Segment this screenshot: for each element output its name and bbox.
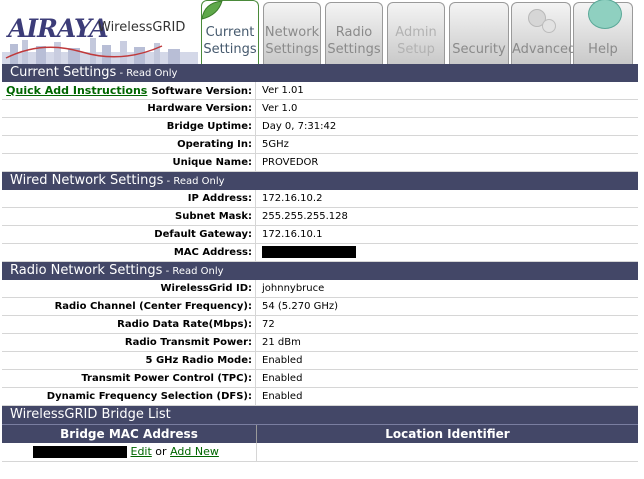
location-cell: [257, 443, 638, 461]
table-row: WirelessGrid ID: johnnybruce: [2, 280, 638, 298]
row-label: Dynamic Frequency Selection (DFS):: [2, 388, 256, 405]
current-settings-header: Current Settings - Read Only: [2, 64, 638, 82]
tab-label-line2: Security: [452, 42, 506, 57]
table-row: Radio Channel (Center Frequency): 54 (5.…: [2, 298, 638, 316]
tab-advanced[interactable]: Advanced: [511, 2, 576, 64]
row-label: Operating In:: [2, 136, 256, 153]
row-label: IP Address:: [2, 190, 256, 207]
wired-network-settings-header: Wired Network Settings - Read Only: [2, 172, 638, 190]
read-only-suffix: - Read Only: [116, 68, 178, 79]
row-value: 172.16.10.1: [262, 229, 323, 240]
row-label: Radio Data Rate(Mbps):: [2, 316, 256, 333]
row-value: Enabled: [262, 391, 303, 402]
tab-label-line1: Network: [264, 25, 320, 40]
table-row: Operating In: 5GHz: [2, 136, 638, 154]
row-value: Enabled: [262, 373, 303, 384]
tab-label-line2: Settings: [203, 42, 257, 57]
tab-radio-settings[interactable]: Radio Settings: [325, 2, 383, 64]
tab-label-line1: Current: [205, 25, 255, 40]
redacted-bridge-mac: [33, 446, 127, 458]
tab-label-line1: Radio: [335, 25, 373, 40]
row-label: Radio Transmit Power:: [2, 334, 256, 351]
row-label: Unique Name:: [2, 154, 256, 171]
table-row: Radio Transmit Power: 21 dBm: [2, 334, 638, 352]
product-name: WirelessGRID: [98, 20, 186, 35]
row-value: Enabled: [262, 355, 303, 366]
section-title: Current Settings: [10, 65, 117, 80]
row-value: 21 dBm: [262, 337, 301, 348]
tab-security[interactable]: Security: [449, 2, 509, 64]
edit-link[interactable]: Edit: [131, 445, 152, 458]
tab-label-line1: Admin: [395, 25, 437, 40]
tab-label-line2: Help: [588, 42, 618, 57]
table-row: IP Address: 172.16.10.2: [2, 190, 638, 208]
row-label: WirelessGrid ID:: [2, 280, 256, 297]
row-label: Hardware Version:: [2, 100, 256, 117]
table-row: Bridge Uptime: Day 0, 7:31:42: [2, 118, 638, 136]
tab-admin-setup[interactable]: Admin Setup: [387, 2, 445, 64]
radio-network-settings-header: Radio Network Settings - Read Only: [2, 262, 638, 280]
read-only-suffix: - Read Only: [163, 176, 225, 187]
row-value: 72: [262, 319, 275, 330]
tab-label-line2: Settings: [265, 42, 319, 57]
column-header-bridge-mac: Bridge MAC Address: [2, 425, 257, 443]
tab-current-settings[interactable]: Current Settings: [201, 0, 259, 64]
row-value: johnnybruce: [262, 283, 325, 294]
row-value: 172.16.10.2: [262, 193, 323, 204]
section-title: Radio Network Settings: [10, 263, 163, 278]
airaya-logo: AIRAYA WirelessGRID: [2, 2, 198, 64]
row-value: Day 0, 7:31:42: [262, 121, 337, 132]
row-label: Radio Channel (Center Frequency):: [2, 298, 256, 315]
table-row: Quick Add Instructions Software Version: …: [2, 82, 638, 100]
row-label: Subnet Mask:: [2, 208, 256, 225]
section-title: WirelessGRID Bridge List: [10, 407, 171, 422]
column-header-location: Location Identifier: [385, 427, 510, 441]
leaf-icon: [201, 0, 223, 20]
skyline-graphic: [2, 38, 198, 64]
settings-content: Current Settings - Read Only Quick Add I…: [2, 64, 638, 462]
read-only-suffix: - Read Only: [162, 266, 224, 277]
row-label: MAC Address:: [2, 244, 256, 261]
row-value: Ver 1.01: [262, 85, 304, 96]
table-row: Radio Data Rate(Mbps): 72: [2, 316, 638, 334]
quick-add-instructions-link[interactable]: Quick Add Instructions: [6, 84, 147, 97]
table-row: Transmit Power Control (TPC): Enabled: [2, 370, 638, 388]
tab-help[interactable]: Help: [573, 0, 633, 64]
row-label: Transmit Power Control (TPC):: [2, 370, 256, 387]
header-bar: AIRAYA WirelessGRID Current Settings Netw…: [0, 0, 644, 64]
table-row: 5 GHz Radio Mode: Enabled: [2, 352, 638, 370]
row-label: Default Gateway:: [2, 226, 256, 243]
row-value: [256, 244, 638, 261]
tab-network-settings[interactable]: Network Settings: [263, 2, 321, 64]
or-text: or: [151, 445, 171, 458]
table-row: Subnet Mask: 255.255.255.128: [2, 208, 638, 226]
row-value: 5GHz: [262, 139, 289, 150]
row-value: PROVEDOR: [262, 157, 319, 168]
bridge-list-columns: Bridge MAC Address Location Identifier: [2, 424, 638, 443]
row-label: 5 GHz Radio Mode:: [2, 352, 256, 369]
bridge-list-header: WirelessGRID Bridge List: [2, 406, 638, 424]
row-label: Bridge Uptime:: [2, 118, 256, 135]
table-row: Hardware Version: Ver 1.0: [2, 100, 638, 118]
table-row: MAC Address:: [2, 244, 638, 262]
add-new-link[interactable]: Add New: [170, 445, 219, 458]
table-row: Default Gateway: 172.16.10.1: [2, 226, 638, 244]
row-value: Ver 1.0: [262, 103, 298, 114]
redacted-mac-address: [262, 246, 356, 258]
row-value: 54 (5.270 GHz): [262, 301, 339, 312]
row-value: 255.255.255.128: [262, 211, 348, 222]
tab-label-line2: Advanced: [512, 42, 577, 57]
tab-label-line2: Settings: [327, 42, 381, 57]
section-title: Wired Network Settings: [10, 173, 164, 188]
bridge-list-row: Edit or Add New: [2, 443, 638, 462]
tab-label-line2: Setup: [397, 42, 435, 57]
table-row: Unique Name: PROVEDOR: [2, 154, 638, 172]
row-label: Software Version:: [151, 86, 252, 97]
table-row: Dynamic Frequency Selection (DFS): Enabl…: [2, 388, 638, 406]
